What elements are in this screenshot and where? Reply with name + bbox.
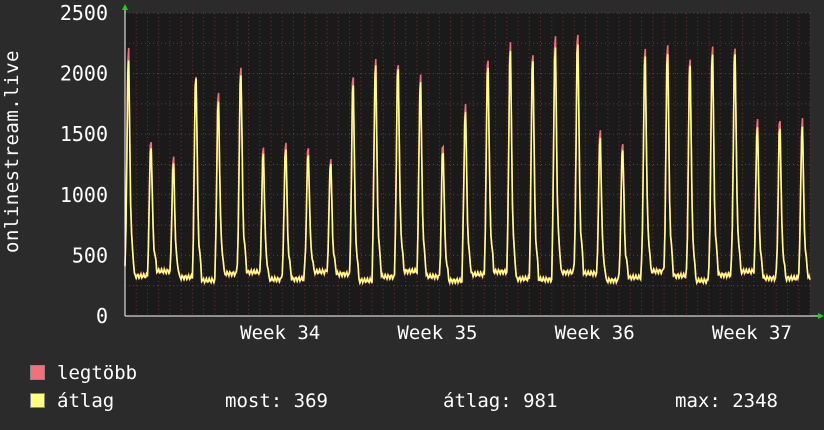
stat-now: most: 369 — [225, 390, 328, 412]
y-tick-label: 2500 — [60, 1, 108, 25]
legend-label-max: legtöbb — [57, 362, 138, 384]
stat-max: max: 2348 — [675, 390, 778, 412]
y-axis-arrow-icon — [122, 4, 128, 10]
x-tick-label: Week 37 — [712, 322, 792, 344]
stat-average: átlag: 981 — [443, 390, 558, 412]
legend-label-avg: átlag — [57, 390, 115, 412]
x-tick-label: Week 35 — [397, 322, 477, 344]
plot-area — [125, 13, 810, 316]
x-tick-label: Week 36 — [555, 322, 635, 344]
y-tick-label: 500 — [72, 243, 108, 267]
legend-item-max: legtöbb — [30, 362, 137, 384]
y-axis-label: onlinestream.live — [1, 50, 23, 253]
x-axis-arrow-icon — [818, 313, 824, 319]
legend-swatch-max — [30, 365, 45, 380]
legend-item-avg: átlag — [30, 390, 114, 412]
y-tick-label: 0 — [96, 304, 108, 328]
y-tick-label: 1500 — [60, 122, 108, 146]
y-tick-label: 2000 — [60, 62, 108, 86]
legend-swatch-avg — [30, 393, 45, 408]
y-tick-label: 1000 — [60, 183, 108, 207]
x-tick-label: Week 34 — [240, 322, 320, 344]
